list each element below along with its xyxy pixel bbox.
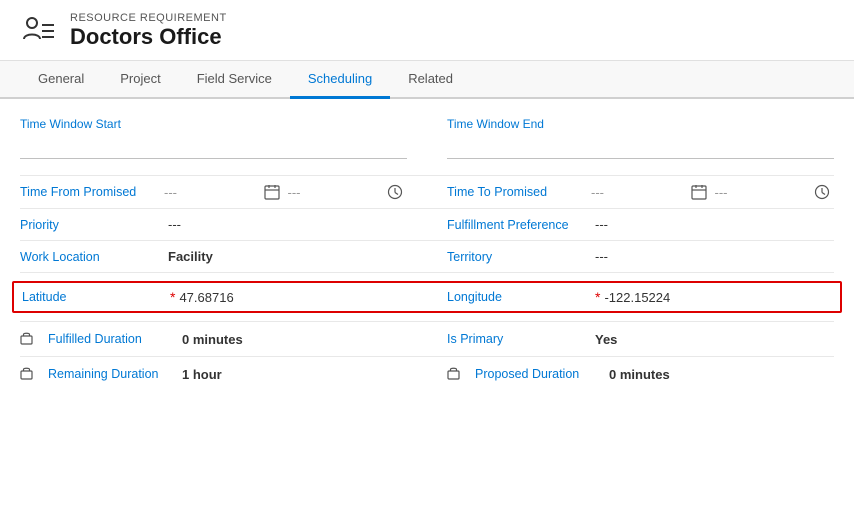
longitude-label: Longitude xyxy=(447,290,587,304)
time-to-dash1: --- xyxy=(591,185,683,200)
remaining-duration-label: Remaining Duration xyxy=(48,367,178,381)
time-from-calendar-icon[interactable] xyxy=(260,184,284,200)
latitude-value: 47.68716 xyxy=(179,290,233,305)
time-to-promised-pair: Time To Promised --- --- xyxy=(447,184,834,200)
priority-value: --- xyxy=(168,217,407,232)
proposed-duration-pair: Proposed Duration 0 minutes xyxy=(447,365,834,383)
time-window-start-field: Time Window Start xyxy=(20,117,407,159)
time-promised-row: Time From Promised --- --- Time To Promi… xyxy=(20,175,834,208)
tab-field-service[interactable]: Field Service xyxy=(179,61,290,99)
latitude-value-wrap: * 47.68716 xyxy=(170,289,407,305)
work-location-pair: Work Location Facility xyxy=(20,249,407,264)
lat-lng-highlighted-row: Latitude * 47.68716 Longitude * -122.152… xyxy=(12,281,842,313)
is-primary-pair: Is Primary Yes xyxy=(447,332,834,347)
fulfilled-duration-row: Fulfilled Duration 0 minutes Is Primary … xyxy=(20,321,834,356)
time-window-end-label: Time Window End xyxy=(447,117,834,131)
time-to-clock-icon[interactable] xyxy=(810,184,834,200)
latitude-required-star: * xyxy=(170,289,175,305)
remaining-duration-value: 1 hour xyxy=(182,367,407,382)
fulfillment-pref-value: --- xyxy=(595,217,834,232)
time-from-dash2: --- xyxy=(288,185,380,200)
is-primary-label: Is Primary xyxy=(447,332,587,346)
priority-pair: Priority --- xyxy=(20,217,407,232)
time-window-section: Time Window Start Time Window End xyxy=(20,117,834,163)
fulfillment-pref-label: Fulfillment Preference xyxy=(447,218,587,232)
longitude-pair: Longitude * -122.15224 xyxy=(447,289,832,305)
work-location-label: Work Location xyxy=(20,250,160,264)
fulfilled-duration-lock-icon xyxy=(20,330,44,348)
tab-project[interactable]: Project xyxy=(102,61,178,99)
latitude-label: Latitude xyxy=(22,290,162,304)
proposed-duration-value: 0 minutes xyxy=(609,367,834,382)
time-window-end-field: Time Window End xyxy=(447,117,834,159)
page-header: RESOURCE REQUIREMENT Doctors Office xyxy=(0,0,854,61)
time-from-promised-pair: Time From Promised --- --- xyxy=(20,184,407,200)
territory-value: --- xyxy=(595,249,834,264)
fulfilled-duration-value: 0 minutes xyxy=(182,332,407,347)
priority-row: Priority --- Fulfillment Preference --- xyxy=(20,208,834,240)
tab-scheduling[interactable]: Scheduling xyxy=(290,61,390,99)
main-content: Time Window Start Time Window End Time F… xyxy=(0,99,854,409)
longitude-required-star: * xyxy=(595,289,600,305)
resource-requirement-icon xyxy=(20,13,56,49)
time-from-promised-label: Time From Promised xyxy=(20,185,160,199)
remaining-duration-row: Remaining Duration 1 hour Proposed Durat… xyxy=(20,356,834,391)
time-window-end-input[interactable] xyxy=(447,133,834,159)
longitude-value: -122.15224 xyxy=(604,290,670,305)
time-from-clock-icon[interactable] xyxy=(383,184,407,200)
time-to-dash2: --- xyxy=(715,185,807,200)
proposed-duration-label: Proposed Duration xyxy=(475,367,605,381)
form-rows: Time From Promised --- --- Time To Promi… xyxy=(20,175,834,391)
time-to-calendar-icon[interactable] xyxy=(687,184,711,200)
navigation-tabs: General Project Field Service Scheduling… xyxy=(0,61,854,99)
territory-pair: Territory --- xyxy=(447,249,834,264)
is-primary-value: Yes xyxy=(595,332,834,347)
time-window-start-input[interactable] xyxy=(20,133,407,159)
header-subtitle: RESOURCE REQUIREMENT xyxy=(70,12,227,24)
time-window-start-label: Time Window Start xyxy=(20,117,407,131)
territory-label: Territory xyxy=(447,250,587,264)
work-location-row: Work Location Facility Territory --- xyxy=(20,240,834,272)
time-from-dash1: --- xyxy=(164,185,256,200)
remaining-duration-pair: Remaining Duration 1 hour xyxy=(20,365,407,383)
tab-related[interactable]: Related xyxy=(390,61,471,99)
header-text-block: RESOURCE REQUIREMENT Doctors Office xyxy=(70,12,227,50)
priority-label: Priority xyxy=(20,218,160,232)
longitude-value-wrap: * -122.15224 xyxy=(595,289,832,305)
header-title: Doctors Office xyxy=(70,24,227,50)
latitude-pair: Latitude * 47.68716 xyxy=(22,289,407,305)
lat-lng-row-wrapper: Latitude * 47.68716 Longitude * -122.152… xyxy=(20,272,834,321)
fulfilled-duration-pair: Fulfilled Duration 0 minutes xyxy=(20,330,407,348)
proposed-duration-lock-icon xyxy=(447,365,471,383)
remaining-duration-lock-icon xyxy=(20,365,44,383)
fulfilled-duration-label: Fulfilled Duration xyxy=(48,332,178,346)
tab-general[interactable]: General xyxy=(20,61,102,99)
work-location-value: Facility xyxy=(168,249,407,264)
fulfillment-pref-pair: Fulfillment Preference --- xyxy=(447,217,834,232)
time-to-promised-label: Time To Promised xyxy=(447,185,587,199)
